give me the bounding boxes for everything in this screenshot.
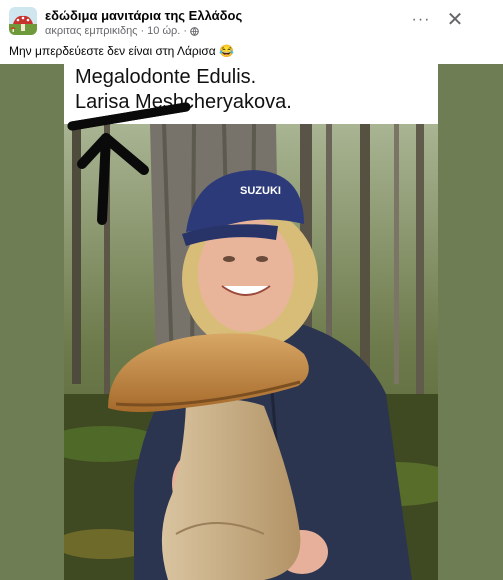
post-meta: ακριτας εμπρικιδης · 10 ώρ. · bbox=[45, 25, 199, 37]
author-link[interactable]: ακριτας εμπρικιδης bbox=[45, 25, 138, 37]
meta-separator: · bbox=[140, 25, 145, 37]
group-name-link[interactable]: εδώδιμα μανιτάρια της Ελλάδος bbox=[45, 8, 242, 23]
more-options-button[interactable]: ··· bbox=[410, 10, 432, 30]
close-button[interactable]: ✕ bbox=[445, 9, 465, 31]
post-media[interactable]: SUZUKI Megalodonte Edulis. Larisa Meshch… bbox=[0, 64, 503, 580]
post-photo[interactable]: SUZUKI Megalodonte Edulis. Larisa Meshch… bbox=[64, 64, 438, 580]
post-caption: Μην μπερδεύεστε δεν είναι στη Λάρισα 😂 bbox=[9, 44, 235, 58]
meta-separator-2: · bbox=[183, 25, 188, 37]
post-time[interactable]: 10 ώρ. bbox=[147, 25, 180, 37]
photo-caption-line-2: Larisa Meshcheryakova. bbox=[75, 91, 292, 113]
globe-icon bbox=[190, 26, 199, 36]
photo-caption-line-1: Megalodonte Edulis. bbox=[75, 66, 257, 88]
group-avatar[interactable] bbox=[9, 7, 37, 35]
forest-photo-image: SUZUKI bbox=[64, 64, 438, 580]
post-header: εδώδιμα μανιτάρια της Ελλάδος ακριτας εμ… bbox=[0, 0, 503, 64]
cap-logo-text: SUZUKI bbox=[240, 185, 281, 197]
